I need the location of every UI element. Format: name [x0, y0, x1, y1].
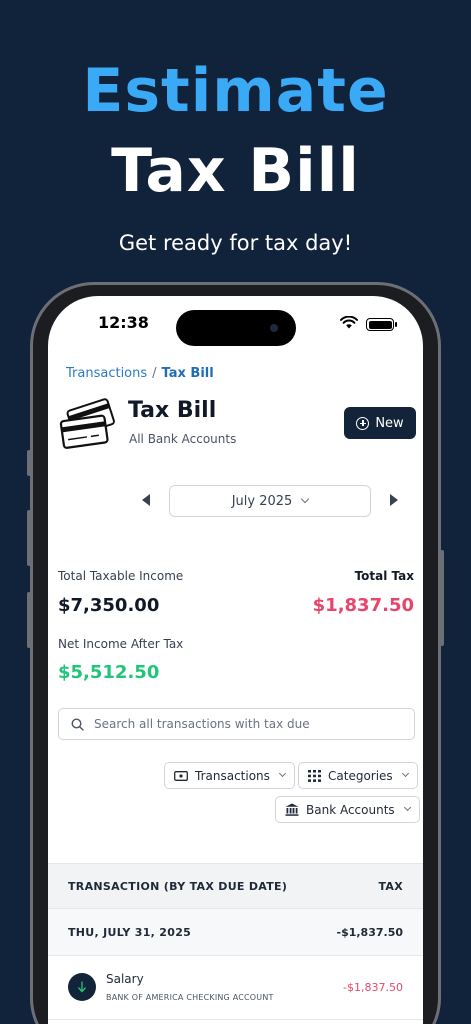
app-screen: 12:38 Transactions / Tax Bill Tax Bill All…	[48, 296, 423, 1024]
next-month-arrow-icon[interactable]	[390, 494, 398, 506]
breadcrumb: Transactions / Tax Bill	[66, 366, 214, 381]
net-income-value: $5,512.50	[58, 662, 160, 683]
date-group-header: THU, JULY 31, 2025 -$1,837.50	[48, 909, 423, 956]
page-title: Tax Bill	[128, 398, 217, 423]
chevron-down-icon	[301, 494, 310, 504]
taxable-income-value: $7,350.00	[58, 595, 160, 616]
filter-bank-accounts-label: Bank Accounts	[306, 802, 395, 817]
promo-headline-line1: Estimate	[82, 56, 389, 126]
phone-mute-switch	[27, 450, 31, 476]
new-button-label: New	[375, 415, 404, 431]
wifi-icon	[340, 316, 358, 329]
filter-categories-button[interactable]: Categories	[298, 762, 418, 789]
filter-transactions-button[interactable]: Transactions	[164, 762, 295, 789]
previous-month-arrow-icon[interactable]	[142, 494, 150, 506]
total-tax-label: Total Tax	[354, 569, 414, 583]
plus-circle-icon	[356, 416, 370, 430]
column-header-tax: TAX	[378, 880, 403, 893]
chevron-down-icon	[403, 803, 411, 812]
promo-headline-line2: Tax Bill	[111, 136, 360, 206]
chevron-down-icon	[278, 769, 286, 778]
group-total: -$1,837.50	[336, 926, 404, 939]
new-button[interactable]: New	[344, 407, 416, 439]
cash-icon	[174, 770, 188, 781]
filter-bank-accounts-button[interactable]: Bank Accounts	[275, 796, 420, 823]
column-header-transaction: TRANSACTION (BY TAX DUE DATE)	[68, 880, 288, 893]
net-income-label: Net Income After Tax	[58, 637, 184, 651]
filter-categories-label: Categories	[328, 768, 393, 783]
filter-transactions-label: Transactions	[195, 768, 270, 783]
phone-power-button	[440, 550, 444, 646]
promo-tagline: Get ready for tax day!	[118, 231, 353, 255]
search-box	[58, 708, 415, 740]
transaction-account: BANK OF AMERICA CHECKING ACCOUNT	[106, 993, 274, 1002]
dynamic-island	[176, 310, 296, 346]
group-date: THU, JULY 31, 2025	[68, 926, 192, 939]
search-icon	[71, 717, 84, 731]
table-header: TRANSACTION (BY TAX DUE DATE) TAX	[48, 863, 423, 909]
status-bar: 12:38	[48, 296, 423, 356]
transaction-name: Salary	[106, 972, 144, 986]
page-subtitle: All Bank Accounts	[129, 432, 237, 446]
search-input[interactable]	[94, 717, 394, 731]
month-select-value: July 2025	[231, 493, 293, 509]
income-arrow-down-icon	[68, 973, 96, 1001]
bank-icon	[285, 803, 299, 816]
battery-icon	[366, 318, 397, 331]
phone-volume-down	[27, 592, 31, 648]
transaction-tax-amount: -$1,837.50	[343, 981, 403, 994]
grid-icon	[308, 769, 321, 782]
credit-cards-icon	[59, 398, 115, 449]
breadcrumb-separator: /	[152, 366, 157, 381]
breadcrumb-transactions-link[interactable]: Transactions	[66, 366, 147, 381]
total-tax-value: $1,837.50	[312, 595, 414, 616]
month-select[interactable]: July 2025	[169, 485, 371, 517]
breadcrumb-current: Tax Bill	[161, 366, 214, 381]
taxable-income-label: Total Taxable Income	[58, 569, 184, 583]
chevron-down-icon	[401, 769, 409, 778]
table-row[interactable]: Salary BANK OF AMERICA CHECKING ACCOUNT …	[48, 956, 423, 1020]
status-time: 12:38	[98, 313, 149, 332]
phone-volume-up	[27, 510, 31, 566]
